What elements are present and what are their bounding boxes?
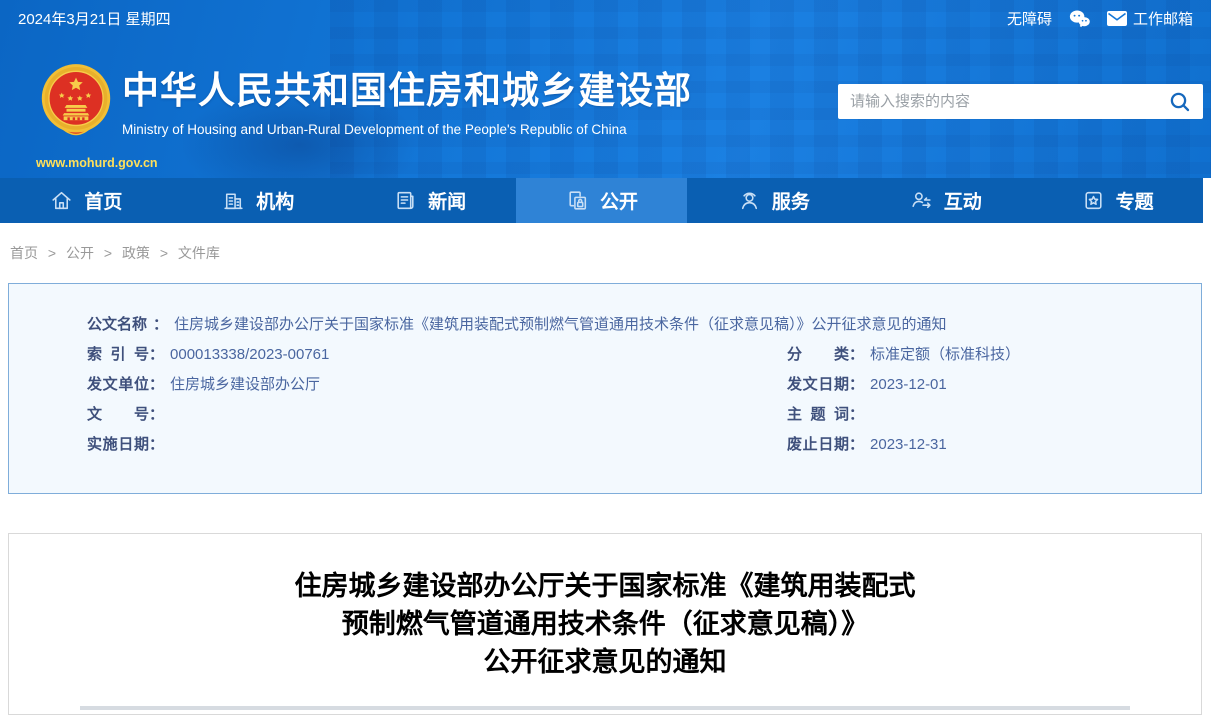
doc-info-row: 发文单位： 住房城乡建设部办公厅 发文日期： 2023-12-01 <box>9 368 1201 398</box>
doc-info-row: 实施日期： 废止日期： 2023-12-31 <box>9 428 1201 458</box>
site-url: www.mohurd.gov.cn <box>36 156 158 170</box>
issuing-unit-value: 住房城乡建设部办公厅 <box>170 375 321 393</box>
nav-label: 服务 <box>771 192 810 213</box>
subject-words-cell: 主题词： <box>787 403 1201 424</box>
work-mailbox-label: 工作邮箱 <box>1132 10 1193 28</box>
doc-number-cell: 文号： <box>9 403 787 424</box>
nav-item-organization[interactable]: 机构 <box>172 178 344 223</box>
news-icon <box>397 191 414 210</box>
site-title-english: Ministry of Housing and Urban-Rural Deve… <box>122 121 627 137</box>
accessibility-link[interactable]: 无障碍 <box>1007 8 1052 29</box>
interaction-icon <box>912 192 931 209</box>
top-bar: 2024年3月21日 星期四 无障碍 工作邮箱 <box>0 0 1211 36</box>
nav-item-services[interactable]: 服务 <box>687 178 859 223</box>
label-colon: ： <box>149 405 165 423</box>
breadcrumb-document-library[interactable]: 文件库 <box>178 245 220 261</box>
breadcrumb-disclosure[interactable]: 公开 <box>66 245 94 261</box>
issue-date-value: 2023-12-01 <box>870 375 947 393</box>
search-button[interactable] <box>1157 84 1203 119</box>
search-input[interactable] <box>838 93 1157 110</box>
doc-info-row: 文号： 主题词： <box>9 398 1201 428</box>
special-topics-icon <box>1085 191 1102 210</box>
site-search <box>838 84 1203 119</box>
accessibility-label: 无障碍 <box>1006 10 1052 28</box>
index-number-value: 000013338/2023-00761 <box>170 345 330 363</box>
issuing-unit-cell: 发文单位： 住房城乡建设部办公厅 <box>9 373 787 394</box>
site-header: 2024年3月21日 星期四 无障碍 工作邮箱 www.mohurd.gov.c… <box>0 0 1211 178</box>
article-title: 住房城乡建设部办公厅关于国家标准《建筑用装配式 预制燃气管道通用技术条件（征求意… <box>9 567 1201 681</box>
breadcrumb-separator: > <box>103 245 113 261</box>
label-colon: ： <box>149 435 165 453</box>
breadcrumb-separator: > <box>47 245 57 261</box>
index-number-cell: 索引号： 000013338/2023-00761 <box>9 343 787 364</box>
doc-info-row: 公文名称 ： 住房城乡建设部办公厅关于国家标准《建筑用装配式预制燃气管道通用技术条件… <box>9 308 1201 338</box>
national-emblem-icon <box>41 64 111 136</box>
label-colon: ： <box>153 315 169 333</box>
label-colon: ： <box>849 435 865 453</box>
wechat-icon <box>1069 10 1090 27</box>
doc-info-row: 索引号： 000013338/2023-00761 分类： 标准定额（标准科技） <box>9 338 1201 368</box>
mail-icon <box>1106 10 1127 26</box>
nav-label: 公开 <box>600 192 639 213</box>
doc-name-value: 住房城乡建设部办公厅关于国家标准《建筑用装配式预制燃气管道通用技术条件（征求意见… <box>174 315 947 333</box>
wechat-link[interactable] <box>1068 9 1091 28</box>
category-cell: 分类： 标准定额（标准科技） <box>787 343 1201 364</box>
breadcrumb-policy[interactable]: 政策 <box>122 245 150 261</box>
issuing-unit-label: 发文单位 <box>87 375 149 393</box>
label-colon: ： <box>849 405 865 423</box>
article-title-line: 住房城乡建设部办公厅关于国家标准《建筑用装配式 <box>294 571 916 601</box>
implementation-date-label: 实施日期 <box>87 435 149 453</box>
top-bar-links: 无障碍 工作邮箱 <box>1007 8 1193 29</box>
search-icon <box>1170 92 1190 111</box>
disclosure-icon <box>569 191 587 210</box>
nav-item-news[interactable]: 新闻 <box>344 178 516 223</box>
repeal-date-cell: 废止日期： 2023-12-31 <box>787 433 1201 454</box>
subject-words-label: 主题词 <box>787 405 849 423</box>
article-box: 住房城乡建设部办公厅关于国家标准《建筑用装配式 预制燃气管道通用技术条件（征求意… <box>8 533 1202 715</box>
nav-label: 新闻 <box>428 192 467 213</box>
nav-label: 互动 <box>943 192 982 213</box>
site-titles: 中华人民共和国住房和城乡建设部 Ministry of Housing and … <box>122 70 692 137</box>
category-label: 分类 <box>787 345 849 363</box>
site-logo[interactable]: www.mohurd.gov.cn <box>36 62 158 170</box>
implementation-date-cell: 实施日期： <box>9 433 787 454</box>
nav-item-home[interactable]: 首页 <box>0 178 172 223</box>
breadcrumb: 首页 > 公开 > 政策 > 文件库 <box>10 246 1211 260</box>
label-colon: ： <box>849 345 865 363</box>
breadcrumb-separator: > <box>159 245 169 261</box>
article-title-line: 公开征求意见的通知 <box>483 647 727 677</box>
nav-item-special-topics[interactable]: 专题 <box>1031 178 1203 223</box>
breadcrumb-home[interactable]: 首页 <box>10 245 38 261</box>
title-divider <box>80 706 1130 710</box>
work-mailbox-link[interactable]: 工作邮箱 <box>1106 8 1193 29</box>
label-colon: ： <box>849 375 865 393</box>
doc-name-cell: 公文名称 ： 住房城乡建设部办公厅关于国家标准《建筑用装配式预制燃气管道通用技术条件… <box>9 313 1201 334</box>
site-title: 中华人民共和国住房和城乡建设部 <box>122 70 692 111</box>
category-value: 标准定额（标准科技） <box>870 345 1021 363</box>
repeal-date-value: 2023-12-31 <box>870 435 947 453</box>
issue-date-cell: 发文日期： 2023-12-01 <box>787 373 1201 394</box>
service-icon <box>741 192 757 210</box>
issue-date-label: 发文日期 <box>787 375 849 393</box>
organization-icon <box>224 193 243 210</box>
repeal-date-label: 废止日期 <box>787 435 849 453</box>
home-icon <box>52 191 72 210</box>
document-info-box: 公文名称：住房城乡建设部办公厅关于国家标准《建筑用装配式预制燃气管道通用技术条件… <box>8 283 1202 494</box>
label-colon: ： <box>149 345 165 363</box>
nav-item-disclosure[interactable]: 公开 <box>515 178 688 223</box>
label-colon: ： <box>149 375 165 393</box>
doc-name-label: 公文名称 <box>87 315 148 333</box>
nav-label: 专题 <box>1115 192 1154 213</box>
index-number-label: 索引号 <box>87 345 149 363</box>
current-date: 2024年3月21日 星期四 <box>18 10 171 28</box>
article-title-line: 预制燃气管道通用技术条件（征求意见稿）》 <box>341 609 869 639</box>
main-nav: 首页 机构 新闻 公开 服务 互动 专题 <box>0 178 1203 223</box>
nav-item-interaction[interactable]: 互动 <box>859 178 1031 223</box>
doc-number-label: 文号 <box>87 405 149 423</box>
nav-label: 首页 <box>84 192 123 213</box>
nav-label: 机构 <box>256 192 295 213</box>
